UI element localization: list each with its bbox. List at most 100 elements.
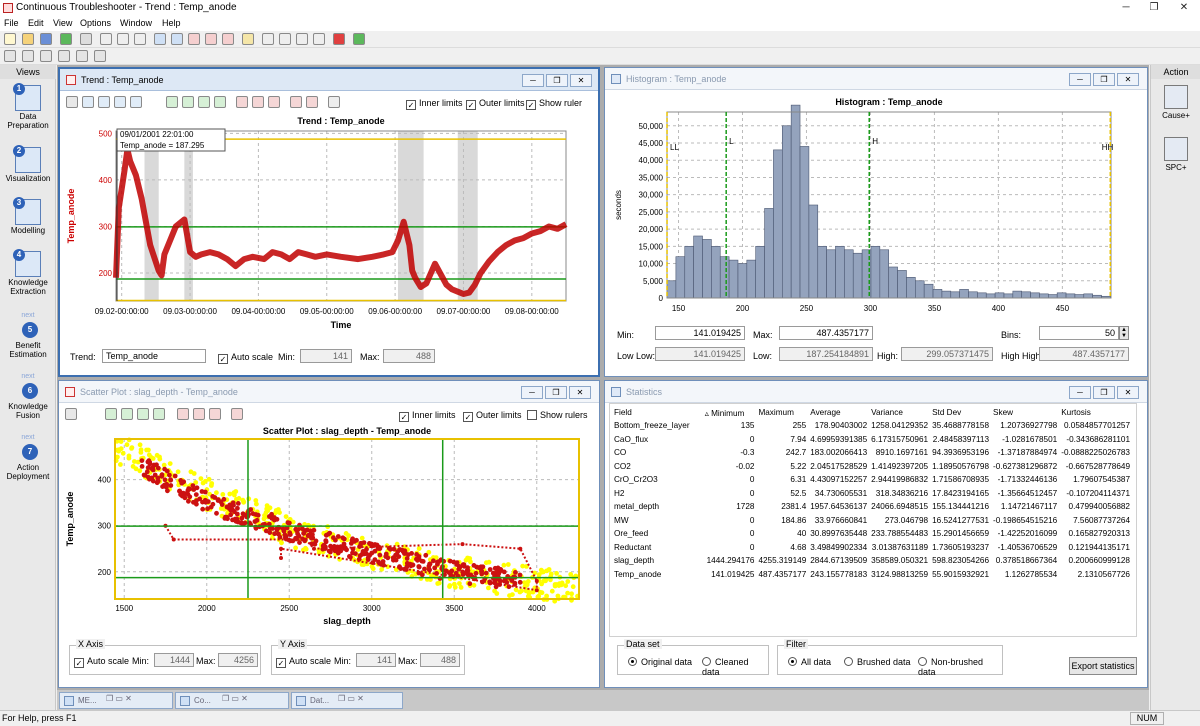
new-icon[interactable] xyxy=(4,33,16,45)
view-modelling[interactable]: 3 Modelling xyxy=(0,197,56,235)
hist-min-field[interactable]: 141.019425 xyxy=(655,326,745,340)
menu-edit[interactable]: Edit xyxy=(28,18,44,28)
tool-e-icon[interactable] xyxy=(76,50,88,62)
menu-help[interactable]: Help xyxy=(162,18,181,28)
scatter-zoom-fit-icon[interactable] xyxy=(153,408,165,420)
trend-limit-icon[interactable] xyxy=(290,96,302,108)
menu-view[interactable]: View xyxy=(53,18,72,28)
view-knowledge-extraction[interactable]: 4 Knowledge Extraction xyxy=(0,249,56,296)
scatter-zoom-in-icon[interactable] xyxy=(105,408,117,420)
print-icon[interactable] xyxy=(80,33,92,45)
trend-overlay-icon[interactable] xyxy=(268,96,280,108)
export-statistics-button[interactable]: Export statistics xyxy=(1069,657,1137,675)
histogram-close-button[interactable]: ✕ xyxy=(1117,73,1139,86)
zoom-fit-icon[interactable] xyxy=(198,96,210,108)
scatter-outer-limits-checkbox[interactable]: ✓ Outer limits xyxy=(463,410,522,422)
scatter-add-icon[interactable] xyxy=(177,408,189,420)
hist-max-field[interactable]: 487.4357177 xyxy=(779,326,873,340)
chart-trend-icon[interactable] xyxy=(188,33,200,45)
action-cause[interactable]: Cause+ xyxy=(1151,85,1200,120)
save-icon[interactable] xyxy=(40,33,52,45)
scatter-zoom-box-icon[interactable] xyxy=(137,408,149,420)
cut-icon[interactable] xyxy=(100,33,112,45)
action-spc[interactable]: SPC+ xyxy=(1151,137,1200,172)
y-auto-scale-checkbox[interactable]: ✓ Auto scale xyxy=(276,656,331,668)
inner-limits-checkbox[interactable]: ✓ Inner limits xyxy=(406,98,463,110)
close-button[interactable]: ✕ xyxy=(1174,1,1194,15)
chart-line-icon[interactable] xyxy=(171,33,183,45)
zoom-reset-icon[interactable] xyxy=(214,96,226,108)
col-minimum[interactable]: ▵ Minimum xyxy=(703,406,757,419)
col-variance[interactable]: Variance xyxy=(869,406,930,419)
minimized-window-me[interactable]: ME... ❐ ▭ ✕ xyxy=(59,692,173,709)
scatter-restore-button[interactable]: ❐ xyxy=(545,386,567,399)
trend-min-field[interactable]: 141 xyxy=(300,349,352,363)
run-icon[interactable] xyxy=(353,33,365,45)
trend-multi-icon[interactable] xyxy=(252,96,264,108)
trend-minimize-button[interactable]: ─ xyxy=(522,74,544,87)
statistics-restore-button[interactable]: ❐ xyxy=(1093,386,1115,399)
col-skew[interactable]: Skew xyxy=(991,406,1059,419)
trend-variable-field[interactable]: Temp_anode xyxy=(102,349,206,363)
scatter-inner-limits-checkbox[interactable]: ✓ Inner limits xyxy=(399,410,456,422)
view-data-preparation[interactable]: 1 Data Preparation xyxy=(0,83,56,130)
scatter-overlay-icon[interactable] xyxy=(209,408,221,420)
zoom-box-icon[interactable] xyxy=(130,96,142,108)
scatter-zoom-out-icon[interactable] xyxy=(121,408,133,420)
statistics-row[interactable]: metal_depth 1728 2381.4 1957.64536137 24066.… xyxy=(612,500,1132,514)
y-min-field[interactable]: 141 xyxy=(356,653,396,667)
hist-lowlow-field[interactable]: 141.019425 xyxy=(655,347,745,361)
chart-remove-icon[interactable] xyxy=(222,33,234,45)
scatter-show-rulers-checkbox[interactable]: Show rulers xyxy=(527,410,588,420)
x-min-field[interactable]: 1444 xyxy=(154,653,194,667)
trend-grid-icon[interactable] xyxy=(328,96,340,108)
zoom-icon[interactable] xyxy=(82,96,94,108)
hist-low-field[interactable]: 187.254184891 xyxy=(779,347,873,361)
statistics-close-button[interactable]: ✕ xyxy=(1117,386,1139,399)
export-icon[interactable] xyxy=(60,33,72,45)
statistics-row[interactable]: Reductant 0 4.68 3.49849902334 3.01387631189… xyxy=(612,541,1132,555)
minimize-button[interactable]: ─ xyxy=(1116,1,1136,15)
zoom-x-icon[interactable] xyxy=(98,96,110,108)
view-visualization[interactable]: 2 Visualization xyxy=(0,145,56,183)
trend-max-field[interactable]: 488 xyxy=(383,349,435,363)
chart-scatter-icon[interactable] xyxy=(205,33,217,45)
zoom-in-icon[interactable] xyxy=(166,96,178,108)
report-icon[interactable] xyxy=(242,33,254,45)
open-icon[interactable] xyxy=(22,33,34,45)
menu-file[interactable]: File xyxy=(4,18,19,28)
record-icon[interactable] xyxy=(333,33,345,45)
statistics-row[interactable]: CaO_flux 0 7.94 4.69959391385 6.17315750961 2… xyxy=(612,433,1132,447)
menu-options[interactable]: Options xyxy=(80,18,111,28)
view-benefit-estimation[interactable]: next 5 Benefit Estimation xyxy=(0,311,56,359)
scatter-minimize-button[interactable]: ─ xyxy=(521,386,543,399)
minimized-window-co[interactable]: Co... ❐ ▭ ✕ xyxy=(175,692,289,709)
statistics-row[interactable]: CrO_Cr2O3 0 6.31 4.43097152257 2.94419986832… xyxy=(612,473,1132,487)
bins-spinner[interactable]: ▲ ▼ xyxy=(1119,326,1129,340)
statistics-row[interactable]: CO2 -0.02 5.22 2.04517528529 1.41492397205 1.… xyxy=(612,460,1132,474)
col-kurtosis[interactable]: Kurtosis xyxy=(1059,406,1132,419)
trend-add-icon[interactable] xyxy=(236,96,248,108)
view-action-deployment[interactable]: next 7 Action Deployment xyxy=(0,433,56,481)
paste-icon[interactable] xyxy=(134,33,146,45)
trend-close-button[interactable]: ✕ xyxy=(570,74,592,87)
zoom-y-icon[interactable] xyxy=(114,96,126,108)
statistics-list[interactable]: Field ▵ Minimum Maximum Average Variance… xyxy=(609,403,1137,637)
histogram-minimize-button[interactable]: ─ xyxy=(1069,73,1091,86)
original-data-radio[interactable]: Original data xyxy=(628,657,692,667)
grid-icon[interactable] xyxy=(279,33,291,45)
scatter-limit-icon[interactable] xyxy=(231,408,243,420)
statistics-row[interactable]: Bottom_freeze_layer 135 255 178.90403002 125… xyxy=(612,419,1132,433)
hist-bins-field[interactable]: 50 xyxy=(1039,326,1119,340)
scatter-chart[interactable]: Scatter Plot : slag_depth - Temp_anode 15… xyxy=(59,423,599,629)
histogram-restore-button[interactable]: ❐ xyxy=(1093,73,1115,86)
table-icon[interactable] xyxy=(262,33,274,45)
chart-bar-icon[interactable] xyxy=(154,33,166,45)
zoom-out-icon[interactable] xyxy=(182,96,194,108)
maximize-button[interactable]: ❐ xyxy=(1144,1,1164,15)
copy-icon[interactable] xyxy=(117,33,129,45)
cleaned-data-radio[interactable]: Cleaned data xyxy=(702,657,768,677)
col-maximum[interactable]: Maximum xyxy=(756,406,808,419)
nonbrushed-data-radio[interactable]: Non-brushed data xyxy=(918,657,1002,677)
window-icon[interactable] xyxy=(313,33,325,45)
